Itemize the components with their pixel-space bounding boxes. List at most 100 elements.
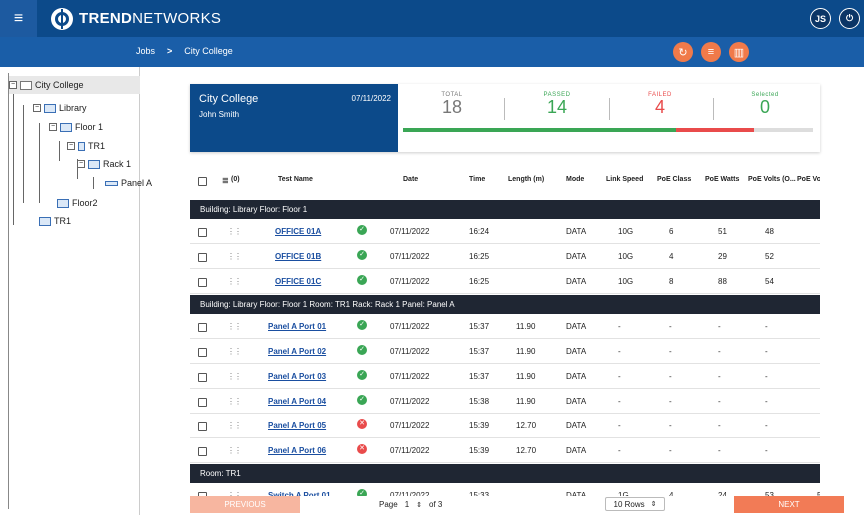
collapse-icon[interactable]: − xyxy=(9,81,17,89)
columns-icon[interactable]: ▥ xyxy=(729,42,749,62)
table-row[interactable]: ⋮⋮ Panel A Port 01 ✓ 07/11/2022 15:37 11.90 DA… xyxy=(190,315,820,339)
row-checkbox[interactable] xyxy=(198,253,207,262)
table-row[interactable]: ⋮⋮ OFFICE 01A ✓ 07/11/2022 16:24 DATA 10G 6 51 48 xyxy=(190,220,820,244)
pass-check-icon: ✓ xyxy=(357,489,367,496)
tree-item-floor2[interactable]: Floor2 xyxy=(57,194,98,212)
table-row[interactable]: ⋮⋮ OFFICE 01B ✓ 07/11/2022 16:25 DATA 10G 4 29 52 xyxy=(190,245,820,269)
cell-poe-class: - xyxy=(669,372,672,381)
tree-item-city-college[interactable]: − City College xyxy=(9,76,140,94)
top-bar: ≡ TREND NETWORKS JS ⏻ xyxy=(0,0,864,37)
col-date[interactable]: Date xyxy=(403,176,418,183)
col-poe-volts-o[interactable]: PoE Volts (O... xyxy=(748,176,796,183)
building-icon xyxy=(44,103,56,113)
table-row[interactable]: ⋮⋮ Panel A Port 05 ✕ 07/11/2022 15:39 12.70 DA… xyxy=(190,414,820,438)
cell-mode: DATA xyxy=(566,322,587,331)
test-name-link[interactable]: OFFICE 01B xyxy=(275,252,321,261)
tree-item-library[interactable]: − Library xyxy=(33,99,87,117)
tree-item-tr1-2[interactable]: TR1 xyxy=(39,212,71,230)
test-name-link[interactable]: Panel A Port 02 xyxy=(268,347,326,356)
tree-item-label: TR1 xyxy=(88,141,106,151)
collapse-icon[interactable]: − xyxy=(77,160,85,168)
test-name-link[interactable]: Panel A Port 01 xyxy=(268,322,326,331)
tree-item-rack-1[interactable]: − Rack 1 xyxy=(77,155,131,173)
row-checkbox[interactable] xyxy=(198,323,207,332)
passed-stat: PASSED 14 xyxy=(505,92,609,116)
row-checkbox[interactable] xyxy=(198,447,207,456)
col-link-speed[interactable]: Link Speed xyxy=(606,176,643,183)
collapse-icon[interactable]: − xyxy=(33,104,41,112)
row-checkbox[interactable] xyxy=(198,348,207,357)
drag-handle-icon[interactable]: ⋮⋮ xyxy=(227,397,242,406)
table-row[interactable]: ⋮⋮ OFFICE 01C ✓ 07/11/2022 16:25 DATA 10G 8 88 54 xyxy=(190,270,820,294)
cell-time: 15:39 xyxy=(469,421,490,430)
row-checkbox[interactable] xyxy=(198,422,207,431)
filter-icon[interactable]: ≡ xyxy=(701,42,721,62)
cell-time: 15:37 xyxy=(469,347,490,356)
row-checkbox[interactable] xyxy=(198,278,207,287)
col-poe-class[interactable]: PoE Class xyxy=(657,176,691,183)
drag-handle-icon[interactable]: ⋮⋮ xyxy=(227,347,242,356)
select-arrows-icon: ⇕ xyxy=(650,501,657,508)
table-row[interactable]: ⋮⋮ Panel A Port 03 ✓ 07/11/2022 15:37 11.90 DA… xyxy=(190,365,820,389)
menu-icon[interactable]: ≡ xyxy=(0,0,37,37)
col-poe-watts[interactable]: PoE Watts xyxy=(705,176,739,183)
col-mode[interactable]: Mode xyxy=(566,176,584,183)
cell-date: 07/11/2022 xyxy=(390,421,430,430)
drag-handle-icon[interactable]: ⋮⋮ xyxy=(227,446,242,455)
col-poe-volts[interactable]: PoE Volt xyxy=(797,176,820,183)
power-icon[interactable]: ⏻ xyxy=(839,8,860,29)
drag-handle-icon[interactable]: ⋮⋮ xyxy=(227,421,242,430)
row-checkbox[interactable] xyxy=(198,373,207,382)
row-checkbox[interactable] xyxy=(198,228,207,237)
collapse-icon[interactable]: − xyxy=(49,123,57,131)
next-button[interactable]: NEXT xyxy=(734,496,844,513)
tree-item-label: Library xyxy=(59,103,87,113)
drag-handle-icon[interactable]: ⋮⋮ xyxy=(227,322,242,331)
col-test-name[interactable]: Test Name xyxy=(278,176,313,183)
cell-poe-volts: 52 xyxy=(765,252,774,261)
breadcrumb: Jobs > City College xyxy=(136,46,233,56)
tree-item-tr1[interactable]: − TR1 xyxy=(67,137,105,155)
room-icon xyxy=(39,216,51,226)
drag-handle-icon[interactable]: ⋮⋮ xyxy=(227,372,242,381)
user-avatar[interactable]: JS xyxy=(810,8,831,29)
refresh-icon[interactable]: ↻ xyxy=(673,42,693,62)
table-row[interactable]: ⋮⋮ Panel A Port 04 ✓ 07/11/2022 15:38 11.90 DA… xyxy=(190,390,820,414)
test-name-link[interactable]: Panel A Port 06 xyxy=(268,446,326,455)
cell-poe-watts: 88 xyxy=(718,277,727,286)
table-row[interactable]: ⋮⋮ Switch A Port 01 ✓ 07/11/2022 15:33 DATA 1G… xyxy=(190,484,820,496)
drag-handle-icon[interactable]: ⋮⋮ xyxy=(227,277,242,286)
table-row[interactable]: ⋮⋮ Panel A Port 06 ✕ 07/11/2022 15:39 12.70 DA… xyxy=(190,439,820,463)
col-length[interactable]: Length (m) xyxy=(508,176,544,183)
drag-handle-icon[interactable]: ⋮⋮ xyxy=(227,252,242,261)
test-name-link[interactable]: OFFICE 01C xyxy=(275,277,321,286)
tree-item-floor-1[interactable]: − Floor 1 xyxy=(49,118,103,136)
breadcrumb-jobs[interactable]: Jobs xyxy=(136,46,155,56)
cell-poe-volts: - xyxy=(765,322,768,331)
cell-time: 16:25 xyxy=(469,277,490,286)
col-time[interactable]: Time xyxy=(469,176,485,183)
page-number-input[interactable]: 1 xyxy=(405,500,409,509)
select-all-checkbox[interactable] xyxy=(198,177,207,186)
page-total: of 3 xyxy=(429,500,443,509)
test-name-link[interactable]: Panel A Port 05 xyxy=(268,421,326,430)
drag-handle-icon[interactable]: ⋮⋮ xyxy=(227,227,242,236)
rows-per-page-select[interactable]: 10 Rows ⇕ xyxy=(605,497,665,511)
cell-poe-class: - xyxy=(669,421,672,430)
cell-time: 15:37 xyxy=(469,322,490,331)
cell-time: 16:24 xyxy=(469,227,490,236)
test-name-link[interactable]: OFFICE 01A xyxy=(275,227,321,236)
cell-time: 15:37 xyxy=(469,372,490,381)
previous-button[interactable]: PREVIOUS xyxy=(190,496,300,513)
pass-check-icon: ✓ xyxy=(357,225,367,235)
test-name-link[interactable]: Panel A Port 04 xyxy=(268,397,326,406)
row-checkbox[interactable] xyxy=(198,398,207,407)
page-stepper-icon[interactable]: ⇕ xyxy=(416,501,422,509)
tree-item-panel-a[interactable]: Panel A xyxy=(105,174,152,192)
column-chooser-icon[interactable]: ≣ xyxy=(222,176,229,185)
test-name-link[interactable]: Panel A Port 03 xyxy=(268,372,326,381)
table-row[interactable]: ⋮⋮ Panel A Port 02 ✓ 07/11/2022 15:37 11.90 DA… xyxy=(190,340,820,364)
breadcrumb-current: City College xyxy=(184,46,233,56)
job-info-panel: City College John Smith 07/11/2022 xyxy=(190,84,398,152)
collapse-icon[interactable]: − xyxy=(67,142,75,150)
